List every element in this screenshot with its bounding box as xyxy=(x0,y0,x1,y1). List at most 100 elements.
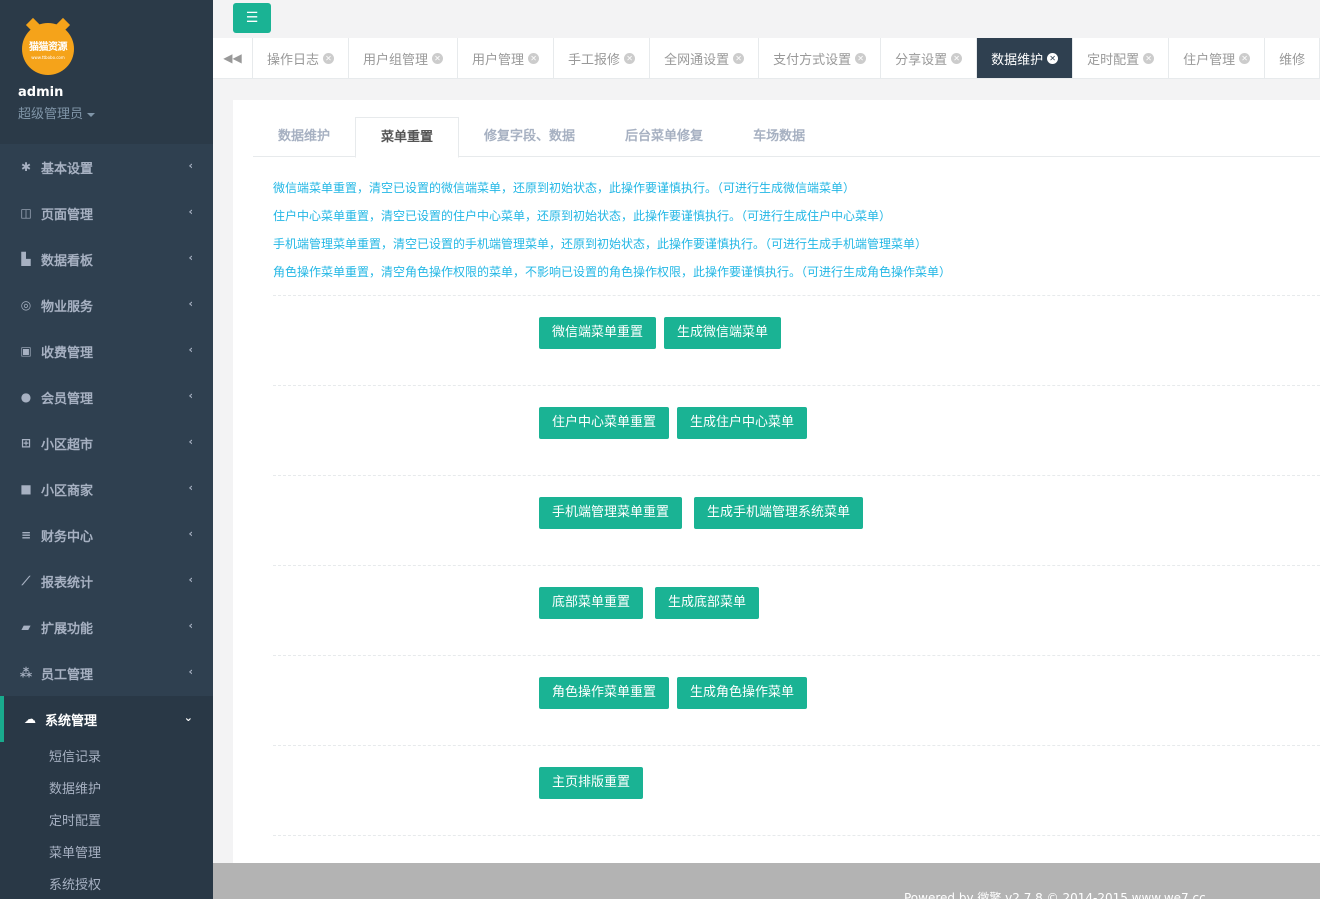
page-tab[interactable]: 支付方式设置 ✕ xyxy=(759,38,882,78)
action-row: 微信端菜单重置 生成微信端菜单 xyxy=(273,295,1320,385)
close-icon[interactable]: ✕ xyxy=(1047,52,1059,64)
page-tab[interactable]: 用户组管理 ✕ xyxy=(349,38,459,78)
close-icon[interactable]: ✕ xyxy=(624,52,636,64)
submenu-item[interactable]: 定时配置 xyxy=(0,806,213,838)
close-icon[interactable]: ✕ xyxy=(432,52,444,64)
generate-button[interactable]: 生成角色操作菜单 xyxy=(677,677,808,709)
menu-toggle-button[interactable]: ☰ xyxy=(233,3,271,33)
page-tab[interactable]: 手工报修 ✕ xyxy=(554,38,651,78)
folder-open-icon: ▰ xyxy=(21,620,31,634)
sidebar-item[interactable]: ◫ 页面管理 ‹ xyxy=(0,190,213,236)
page-tab-label: 手工报修 xyxy=(568,52,621,68)
sidebar-item[interactable]: ▙ 数据看板 ‹ xyxy=(0,236,213,282)
submenu-item[interactable]: 系统授权 xyxy=(0,870,213,899)
content-tab[interactable]: 车场数据 xyxy=(728,117,830,157)
tabs-scroll-left-button[interactable]: ◀◀ xyxy=(213,38,253,78)
page-tab-label: 操作日志 xyxy=(267,52,320,68)
reset-button[interactable]: 微信端菜单重置 xyxy=(539,317,657,349)
submenu-item[interactable]: 短信记录 xyxy=(0,742,213,774)
page-tab[interactable]: 操作日志 ✕ xyxy=(253,38,350,78)
columns-icon: ◫ xyxy=(20,206,32,220)
sidebar-item-label: 系统管理 xyxy=(45,713,98,729)
divider xyxy=(273,835,1320,836)
sidebar-item-label: 数据看板 xyxy=(41,253,94,269)
chevron-left-icon: ‹ xyxy=(188,573,193,586)
reset-button[interactable]: 住户中心菜单重置 xyxy=(539,407,670,439)
page-tab[interactable]: 定时配置 ✕ xyxy=(1073,38,1170,78)
page-tab[interactable]: 维修 xyxy=(1265,38,1320,78)
page-tab-label: 用户组管理 xyxy=(363,52,429,68)
page-tab[interactable]: 用户管理 ✕ xyxy=(458,38,555,78)
content-tab[interactable]: 修复字段、数据 xyxy=(459,117,600,157)
sidebar-item[interactable]: ≡ 财务中心 ‹ xyxy=(0,512,213,558)
reset-button[interactable]: 底部菜单重置 xyxy=(539,587,644,619)
close-icon[interactable]: ✕ xyxy=(855,52,867,64)
generate-button[interactable]: 生成手机端管理系统菜单 xyxy=(694,497,864,529)
money-icon: ▣ xyxy=(20,344,32,358)
close-icon[interactable]: ✕ xyxy=(733,52,745,64)
page-tab[interactable]: 分享设置 ✕ xyxy=(881,38,978,78)
chevron-left-icon: ‹ xyxy=(188,205,193,218)
admin-role-dropdown[interactable]: 超级管理员 xyxy=(18,103,96,122)
page-tab[interactable]: 数据维护 ✕ xyxy=(977,38,1074,78)
close-icon[interactable]: ✕ xyxy=(951,52,963,64)
area-chart-icon: ▙ xyxy=(21,252,31,266)
page-tab-label: 用户管理 xyxy=(472,52,525,68)
page-tab-label: 定时配置 xyxy=(1087,52,1140,68)
admin-name: admin xyxy=(18,85,64,100)
chevron-left-icon: ‹ xyxy=(188,665,193,678)
submenu-item[interactable]: 数据维护 xyxy=(0,774,213,806)
sidebar-item[interactable]: ⁂ 员工管理 ‹ xyxy=(0,650,213,696)
sidebar-submenu: 短信记录 数据维护 定时配置 菜单管理 系统授权 xyxy=(0,742,213,899)
note-text: 住户中心菜单重置，清空已设置的住户中心菜单，还原到初始状态，此操作要谨慎执行。（… xyxy=(273,209,892,223)
content-tab[interactable]: 后台菜单修复 xyxy=(600,117,728,157)
admin-role-label: 超级管理员 xyxy=(18,107,84,122)
sidebar-item-label: 报表统计 xyxy=(41,575,94,591)
sidebar-item-active[interactable]: ☁ 系统管理 ⌄ xyxy=(0,696,213,742)
content-tab[interactable]: 数据维护 xyxy=(253,117,355,157)
reset-button[interactable]: 手机端管理菜单重置 xyxy=(539,497,683,529)
sidebar-item[interactable]: ▣ 收费管理 ‹ xyxy=(0,328,213,374)
close-icon[interactable]: ✕ xyxy=(528,52,540,64)
sidebar-item-label: 员工管理 xyxy=(41,667,94,683)
submenu-item[interactable]: 菜单管理 xyxy=(0,838,213,870)
sidebar-item[interactable]: ▰ 扩展功能 ‹ xyxy=(0,604,213,650)
chevron-down-icon: ⌄ xyxy=(183,711,193,724)
backward-icon: ◀◀ xyxy=(223,51,242,65)
chevron-left-icon: ‹ xyxy=(188,389,193,402)
page-tab-label: 维修 xyxy=(1279,52,1306,68)
sidebar-item[interactable]: ◎ 物业服务 ‹ xyxy=(0,282,213,328)
sidebar-item[interactable]: ✱ 基本设置 ‹ xyxy=(0,144,213,190)
reset-button[interactable]: 主页排版重置 xyxy=(539,767,644,799)
caret-down-icon xyxy=(87,112,96,117)
chevron-left-icon: ‹ xyxy=(188,297,193,310)
generate-button[interactable]: 生成住户中心菜单 xyxy=(677,407,808,439)
generate-button[interactable]: 生成底部菜单 xyxy=(655,587,760,619)
sidebar-item-label: 物业服务 xyxy=(41,299,94,315)
close-icon[interactable]: ✕ xyxy=(323,52,335,64)
action-row: 主页排版重置 xyxy=(273,745,1320,835)
database-icon: ≡ xyxy=(20,528,32,542)
sidebar-item[interactable]: ⊞ 小区超市 ‹ xyxy=(0,420,213,466)
sidebar-item[interactable]: ⟋ 报表统计 ‹ xyxy=(0,558,213,604)
sidebar-item-label: 小区超市 xyxy=(41,437,94,453)
action-row: 住户中心菜单重置 生成住户中心菜单 xyxy=(273,385,1320,475)
sidebar-item-label: 小区商家 xyxy=(41,483,94,499)
reset-button[interactable]: 角色操作菜单重置 xyxy=(539,677,670,709)
page-tab[interactable]: 全网通设置 ✕ xyxy=(650,38,760,78)
sidebar-item-label: 财务中心 xyxy=(41,529,94,545)
sidebar-item[interactable]: ● 会员管理 ‹ xyxy=(0,374,213,420)
sidebar-item[interactable]: ■ 小区商家 ‹ xyxy=(0,466,213,512)
content-tab[interactable]: 菜单重置 xyxy=(355,117,460,158)
main-content: 数据维护 菜单重置 修复字段、数据 后台菜单修复 车场数据 微信端菜单重置，清空已设置的… xyxy=(233,100,1320,863)
profile-panel: 猫猫资源 www.ttbobo.com admin 超级管理员 xyxy=(0,0,213,144)
page-tab-label: 数据维护 xyxy=(991,52,1044,68)
note-text: 手机端管理菜单重置，清空已设置的手机端管理菜单，还原到初始状态，此操作要谨慎执行… xyxy=(273,237,928,251)
close-icon[interactable]: ✕ xyxy=(1239,52,1251,64)
close-icon[interactable]: ✕ xyxy=(1143,52,1155,64)
page-tab[interactable]: 住户管理 ✕ xyxy=(1169,38,1266,78)
note-text: 角色操作菜单重置，清空角色操作权限的菜单，不影响已设置的角色操作权限，此操作要谨… xyxy=(273,265,952,279)
generate-button[interactable]: 生成微信端菜单 xyxy=(664,317,782,349)
line-chart-icon: ⟋ xyxy=(21,573,31,588)
user-icon: ● xyxy=(20,390,32,404)
